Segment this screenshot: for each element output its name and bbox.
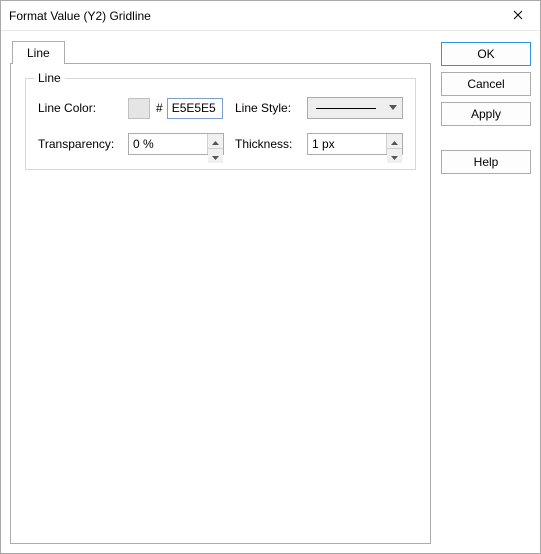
line-color-label: Line Color:: [38, 101, 128, 115]
dialog-window: Format Value (Y2) Gridline Line Line Lin…: [0, 0, 541, 554]
button-column: OK Cancel Apply Help: [441, 40, 531, 544]
row-transparency-thickness: Transparency:: [38, 133, 403, 155]
chevron-up-icon: [212, 134, 219, 148]
titlebar: Format Value (Y2) Gridline: [1, 1, 540, 31]
transparency-label: Transparency:: [38, 137, 128, 151]
close-button[interactable]: [495, 1, 540, 30]
hash-symbol: #: [156, 101, 163, 115]
line-style-preview: [316, 108, 376, 109]
group-title: Line: [34, 71, 65, 85]
spin-up-button[interactable]: [387, 134, 402, 149]
close-icon: [513, 9, 523, 23]
thickness-spinner[interactable]: [307, 133, 403, 155]
hex-input[interactable]: [167, 98, 223, 119]
help-button[interactable]: Help: [441, 150, 531, 174]
window-title: Format Value (Y2) Gridline: [9, 9, 495, 23]
ok-button[interactable]: OK: [441, 42, 531, 66]
thickness-input[interactable]: [308, 134, 386, 154]
tab-panel-line: Line Line Color: # Line Style:: [10, 63, 431, 544]
thickness-label: Thickness:: [235, 137, 307, 151]
group-line: Line Line Color: # Line Style:: [25, 78, 416, 170]
apply-button[interactable]: Apply: [441, 102, 531, 126]
spin-down-button[interactable]: [208, 149, 223, 163]
spin-up-button[interactable]: [208, 134, 223, 149]
cancel-button[interactable]: Cancel: [441, 72, 531, 96]
row-color-style: Line Color: # Line Style:: [38, 97, 403, 119]
spin-buttons: [386, 134, 402, 154]
chevron-down-icon: [384, 105, 402, 111]
color-swatch[interactable]: [128, 98, 150, 119]
chevron-down-icon: [212, 149, 219, 163]
line-style-combo[interactable]: [307, 97, 403, 119]
tab-line[interactable]: Line: [12, 41, 65, 64]
client-area: Line Line Line Color: # Line Style:: [1, 31, 540, 553]
chevron-down-icon: [391, 149, 398, 163]
chevron-up-icon: [391, 134, 398, 148]
tab-container: Line Line Line Color: # Line Style:: [10, 40, 431, 544]
spin-buttons: [207, 134, 223, 154]
spin-down-button[interactable]: [387, 149, 402, 163]
line-style-label: Line Style:: [235, 101, 307, 115]
transparency-input[interactable]: [129, 134, 207, 154]
tab-strip: Line: [12, 40, 431, 63]
transparency-spinner[interactable]: [128, 133, 224, 155]
